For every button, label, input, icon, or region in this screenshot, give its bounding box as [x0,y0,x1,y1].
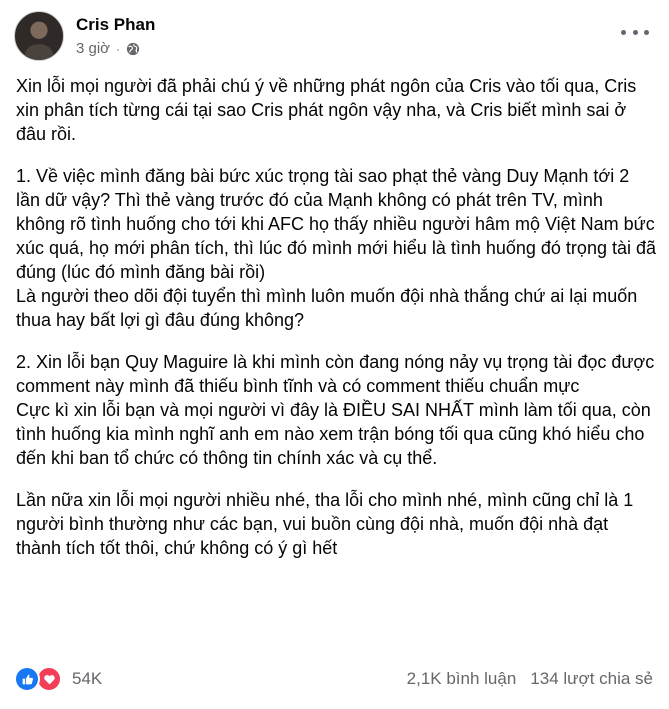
post-meta: 3 giờ · [76,40,155,58]
meta-separator: · [116,42,121,56]
author-name[interactable]: Cris Phan [76,14,155,36]
reactions-summary[interactable]: 54K [14,666,102,692]
globe-icon[interactable] [126,42,140,56]
header-text: Cris Phan 3 giờ · [76,14,155,58]
post-content: Xin lỗi mọi người đã phải chú ý về những… [16,74,656,578]
facebook-post: Cris Phan 3 giờ · Xin lỗi mọi người đã p… [0,0,669,709]
author-avatar[interactable] [14,11,64,61]
more-options-icon[interactable] [621,22,649,42]
post-paragraph-2: 1. Về việc mình đăng bài bức xúc trọng t… [16,166,656,330]
engagement-stats: 2,1K bình luận 134 lượt chia sẻ [407,669,653,689]
post-paragraph-1: Xin lỗi mọi người đã phải chú ý về những… [16,76,637,144]
shares-count-link[interactable]: 134 lượt chia sẻ [530,669,653,689]
post-paragraph-3: 2. Xin lỗi bạn Quy Maguire là khi mình c… [16,352,655,468]
post-header: Cris Phan 3 giờ · [14,8,155,64]
post-footer: 54K 2,1K bình luận 134 lượt chia sẻ [14,664,653,694]
post-time[interactable]: 3 giờ [76,40,110,58]
post-paragraph-4: Lần nữa xin lỗi mọi người nhiều nhé, tha… [16,490,634,558]
reactions-count: 54K [72,669,103,688]
like-reaction-icon [14,666,40,692]
comments-count-link[interactable]: 2,1K bình luận [407,669,517,689]
